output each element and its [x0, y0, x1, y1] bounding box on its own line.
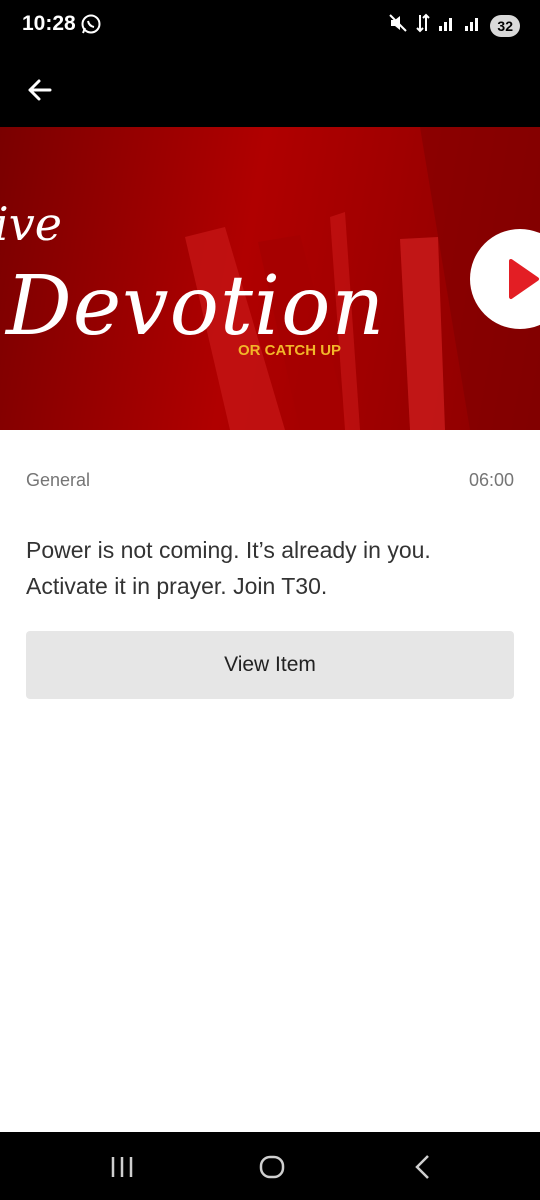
status-icons: 32	[388, 13, 520, 38]
devotion-banner[interactable]: ive Devotion OR CATCH UP	[0, 127, 540, 430]
item-message: Power is not coming. It’s already in you…	[26, 537, 431, 599]
signal-icon	[464, 14, 482, 37]
back-icon	[415, 1155, 429, 1179]
item-time: 06:00	[468, 470, 514, 490]
play-icon	[509, 259, 539, 299]
data-icon	[416, 13, 431, 38]
home-icon	[259, 1155, 285, 1179]
app-bar	[0, 52, 540, 127]
back-button[interactable]	[20, 70, 60, 110]
recent-apps-icon	[111, 1157, 133, 1177]
banner-subtitle: OR CATCH UP	[238, 342, 342, 359]
home-button[interactable]	[252, 1152, 292, 1182]
whatsapp-icon	[80, 13, 102, 40]
view-item-button[interactable]: View Item	[26, 631, 514, 699]
banner-script-text: ive	[0, 197, 62, 251]
battery-icon: 32	[490, 14, 520, 37]
arrow-left-icon	[28, 79, 52, 101]
banner-title: Devotion	[6, 259, 386, 354]
signal-icon	[438, 14, 456, 37]
system-nav-bar	[0, 1132, 540, 1200]
recent-apps-button[interactable]	[102, 1152, 142, 1182]
status-bar: 10:28 32	[0, 0, 540, 52]
mute-icon	[388, 13, 408, 38]
status-time: 10:28	[22, 12, 76, 35]
item-category: General	[26, 470, 91, 490]
system-back-button[interactable]	[402, 1152, 442, 1182]
